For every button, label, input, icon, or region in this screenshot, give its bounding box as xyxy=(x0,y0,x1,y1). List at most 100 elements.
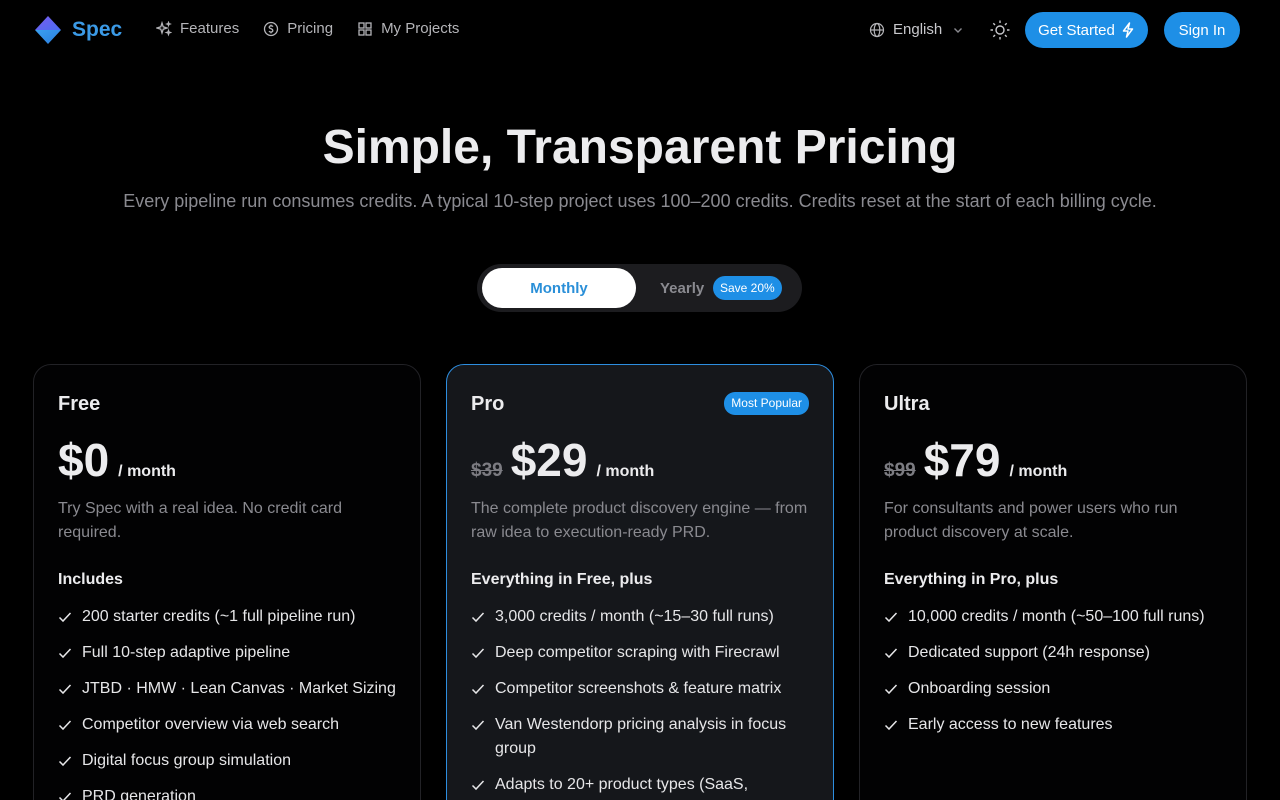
get-started-button[interactable]: Get Started xyxy=(1025,12,1148,48)
language-label: English xyxy=(893,21,943,38)
plan-feature-list: 10,000 credits / month (~50–100 full run… xyxy=(884,605,1229,749)
check-icon xyxy=(471,612,485,623)
plan-price: $79 xyxy=(923,434,1001,486)
chevron-down-icon xyxy=(954,27,963,33)
plan-feature-text: Digital focus group simulation xyxy=(82,752,291,769)
check-icon xyxy=(884,720,898,731)
plan-feature-text: Onboarding session xyxy=(908,680,1051,697)
billing-toggle: Monthly Yearly Save 20% xyxy=(477,264,802,312)
globe-icon xyxy=(869,22,885,37)
plan-description: The complete product discovery engine — … xyxy=(471,500,808,541)
check-icon xyxy=(58,720,72,731)
plan-feature-item: Adapts to 20+ product types (SaaS, xyxy=(471,773,816,797)
plan-feature-text: Competitor screenshots & feature matrix xyxy=(495,680,782,697)
dollar-circle-icon xyxy=(264,21,279,36)
plan-price-row: $39 $29 / month xyxy=(471,433,654,487)
plan-feature-item: 10,000 credits / month (~50–100 full run… xyxy=(884,605,1229,629)
plan-price: $0 xyxy=(58,434,110,486)
plan-feature-item: Digital focus group simulation xyxy=(58,749,403,773)
check-icon xyxy=(471,720,485,731)
plan-feature-list: 3,000 credits / month (~15–30 full runs)… xyxy=(471,605,816,800)
nav-link-features[interactable]: Features xyxy=(156,20,239,37)
nav-link-pricing[interactable]: Pricing xyxy=(263,20,333,37)
plan-description: For consultants and power users who run … xyxy=(884,500,1178,541)
plan-feature-item: 3,000 credits / month (~15–30 full runs) xyxy=(471,605,816,629)
page-subtitle: Every pipeline run consumes credits. A t… xyxy=(123,191,1157,211)
plan-feature-item: Early access to new features xyxy=(884,713,1229,737)
plan-period: / month xyxy=(118,463,176,480)
plan-feature-item: Full 10-step adaptive pipeline xyxy=(58,641,403,665)
plan-card-free: Free $0 / month Try Spec with a real ide… xyxy=(33,364,421,800)
page-title: Simple, Transparent Pricing xyxy=(322,121,958,174)
get-started-label: Get Started xyxy=(1038,21,1115,39)
plan-price-row: $99 $79 / month xyxy=(884,433,1067,487)
plan-feature-text: Deep competitor scraping with Firecrawl xyxy=(495,644,780,661)
plan-feature-item: Onboarding session xyxy=(884,677,1229,701)
check-icon xyxy=(58,756,72,767)
check-icon xyxy=(884,684,898,695)
most-popular-badge: Most Popular xyxy=(724,392,809,415)
nav-link-my-projects[interactable]: My Projects xyxy=(357,20,459,37)
check-icon xyxy=(471,780,485,791)
plan-old-price: $99 xyxy=(884,460,916,481)
plan-feature-text: Dedicated support (24h response) xyxy=(908,644,1150,661)
plan-feature-item: JTBD · HMW · Lean Canvas · Market Sizing xyxy=(58,677,403,701)
plan-feature-text: Full 10-step adaptive pipeline xyxy=(82,644,291,661)
nav-link-label: Pricing xyxy=(287,20,334,37)
plan-price-row: $0 / month xyxy=(58,433,176,487)
plan-includes-label: Includes xyxy=(58,571,123,588)
plan-feature-text: Adapts to 20+ product types (SaaS, xyxy=(495,776,749,793)
plan-feature-text: 10,000 credits / month (~50–100 full run… xyxy=(908,608,1205,625)
nav-links: Features Pricing My Projects xyxy=(156,20,483,37)
sign-in-label: Sign In xyxy=(1178,21,1226,39)
billing-yearly-option[interactable]: Yearly xyxy=(660,280,704,297)
plan-feature-text: JTBD · HMW · Lean Canvas · Market Sizing xyxy=(82,680,396,697)
billing-monthly-label: Monthly xyxy=(530,279,588,297)
plan-feature-item: PRD generation xyxy=(58,785,403,800)
plan-feature-item: Competitor screenshots & feature matrix xyxy=(471,677,816,701)
billing-monthly-option[interactable]: Monthly xyxy=(482,268,636,308)
top-navbar: Spec Features Pricing My Projects Englis… xyxy=(0,0,1280,60)
plan-feature-item: Competitor overview via web search xyxy=(58,713,403,737)
plan-period: / month xyxy=(596,463,655,480)
plan-name: Ultra xyxy=(884,393,930,415)
plan-feature-list: 200 starter credits (~1 full pipeline ru… xyxy=(58,605,403,800)
plan-card-ultra: Ultra $99 $79 / month For consultants an… xyxy=(859,364,1247,800)
plan-name: Pro xyxy=(471,393,505,415)
check-icon xyxy=(884,612,898,623)
plan-feature-text: Van Westendorp pricing analysis in focus… xyxy=(495,716,787,757)
nav-link-label: My Projects xyxy=(381,20,460,37)
check-icon xyxy=(884,648,898,659)
check-icon xyxy=(58,648,72,659)
save-badge: Save 20% xyxy=(713,276,782,300)
plan-feature-text: Early access to new features xyxy=(908,716,1113,733)
lightning-icon xyxy=(1122,22,1134,38)
brand-name: Spec xyxy=(72,18,123,41)
plan-feature-text: Competitor overview via web search xyxy=(82,716,339,733)
plan-price: $29 xyxy=(510,434,588,486)
brand-logo[interactable]: Spec xyxy=(34,15,122,45)
plan-feature-text: 3,000 credits / month (~15–30 full runs) xyxy=(495,608,774,625)
plan-includes-label: Everything in Pro, plus xyxy=(884,571,1059,588)
check-icon xyxy=(471,684,485,695)
plan-card-pro: Pro Most Popular $39 $29 / month The com… xyxy=(446,364,834,800)
check-icon xyxy=(58,612,72,623)
plan-feature-item: Van Westendorp pricing analysis in focus… xyxy=(471,713,816,761)
plan-feature-item: Dedicated support (24h response) xyxy=(884,641,1229,665)
language-selector[interactable]: English xyxy=(869,21,964,38)
plan-feature-text: PRD generation xyxy=(82,788,196,800)
diamond-logo-icon xyxy=(35,16,61,44)
sign-in-button[interactable]: Sign In xyxy=(1164,12,1240,48)
plan-includes-label: Everything in Free, plus xyxy=(471,571,653,588)
check-icon xyxy=(58,684,72,695)
plan-feature-item: Deep competitor scraping with Firecrawl xyxy=(471,641,816,665)
plan-name: Free xyxy=(58,393,101,415)
nav-link-label: Features xyxy=(180,20,240,37)
plan-period: / month xyxy=(1009,463,1068,480)
plan-feature-text: 200 starter credits (~1 full pipeline ru… xyxy=(82,608,356,625)
sparkles-icon xyxy=(156,20,172,37)
grid-icon xyxy=(358,21,372,36)
sun-icon[interactable] xyxy=(989,19,1011,41)
plan-feature-item: 200 starter credits (~1 full pipeline ru… xyxy=(58,605,403,629)
check-icon xyxy=(58,792,72,800)
